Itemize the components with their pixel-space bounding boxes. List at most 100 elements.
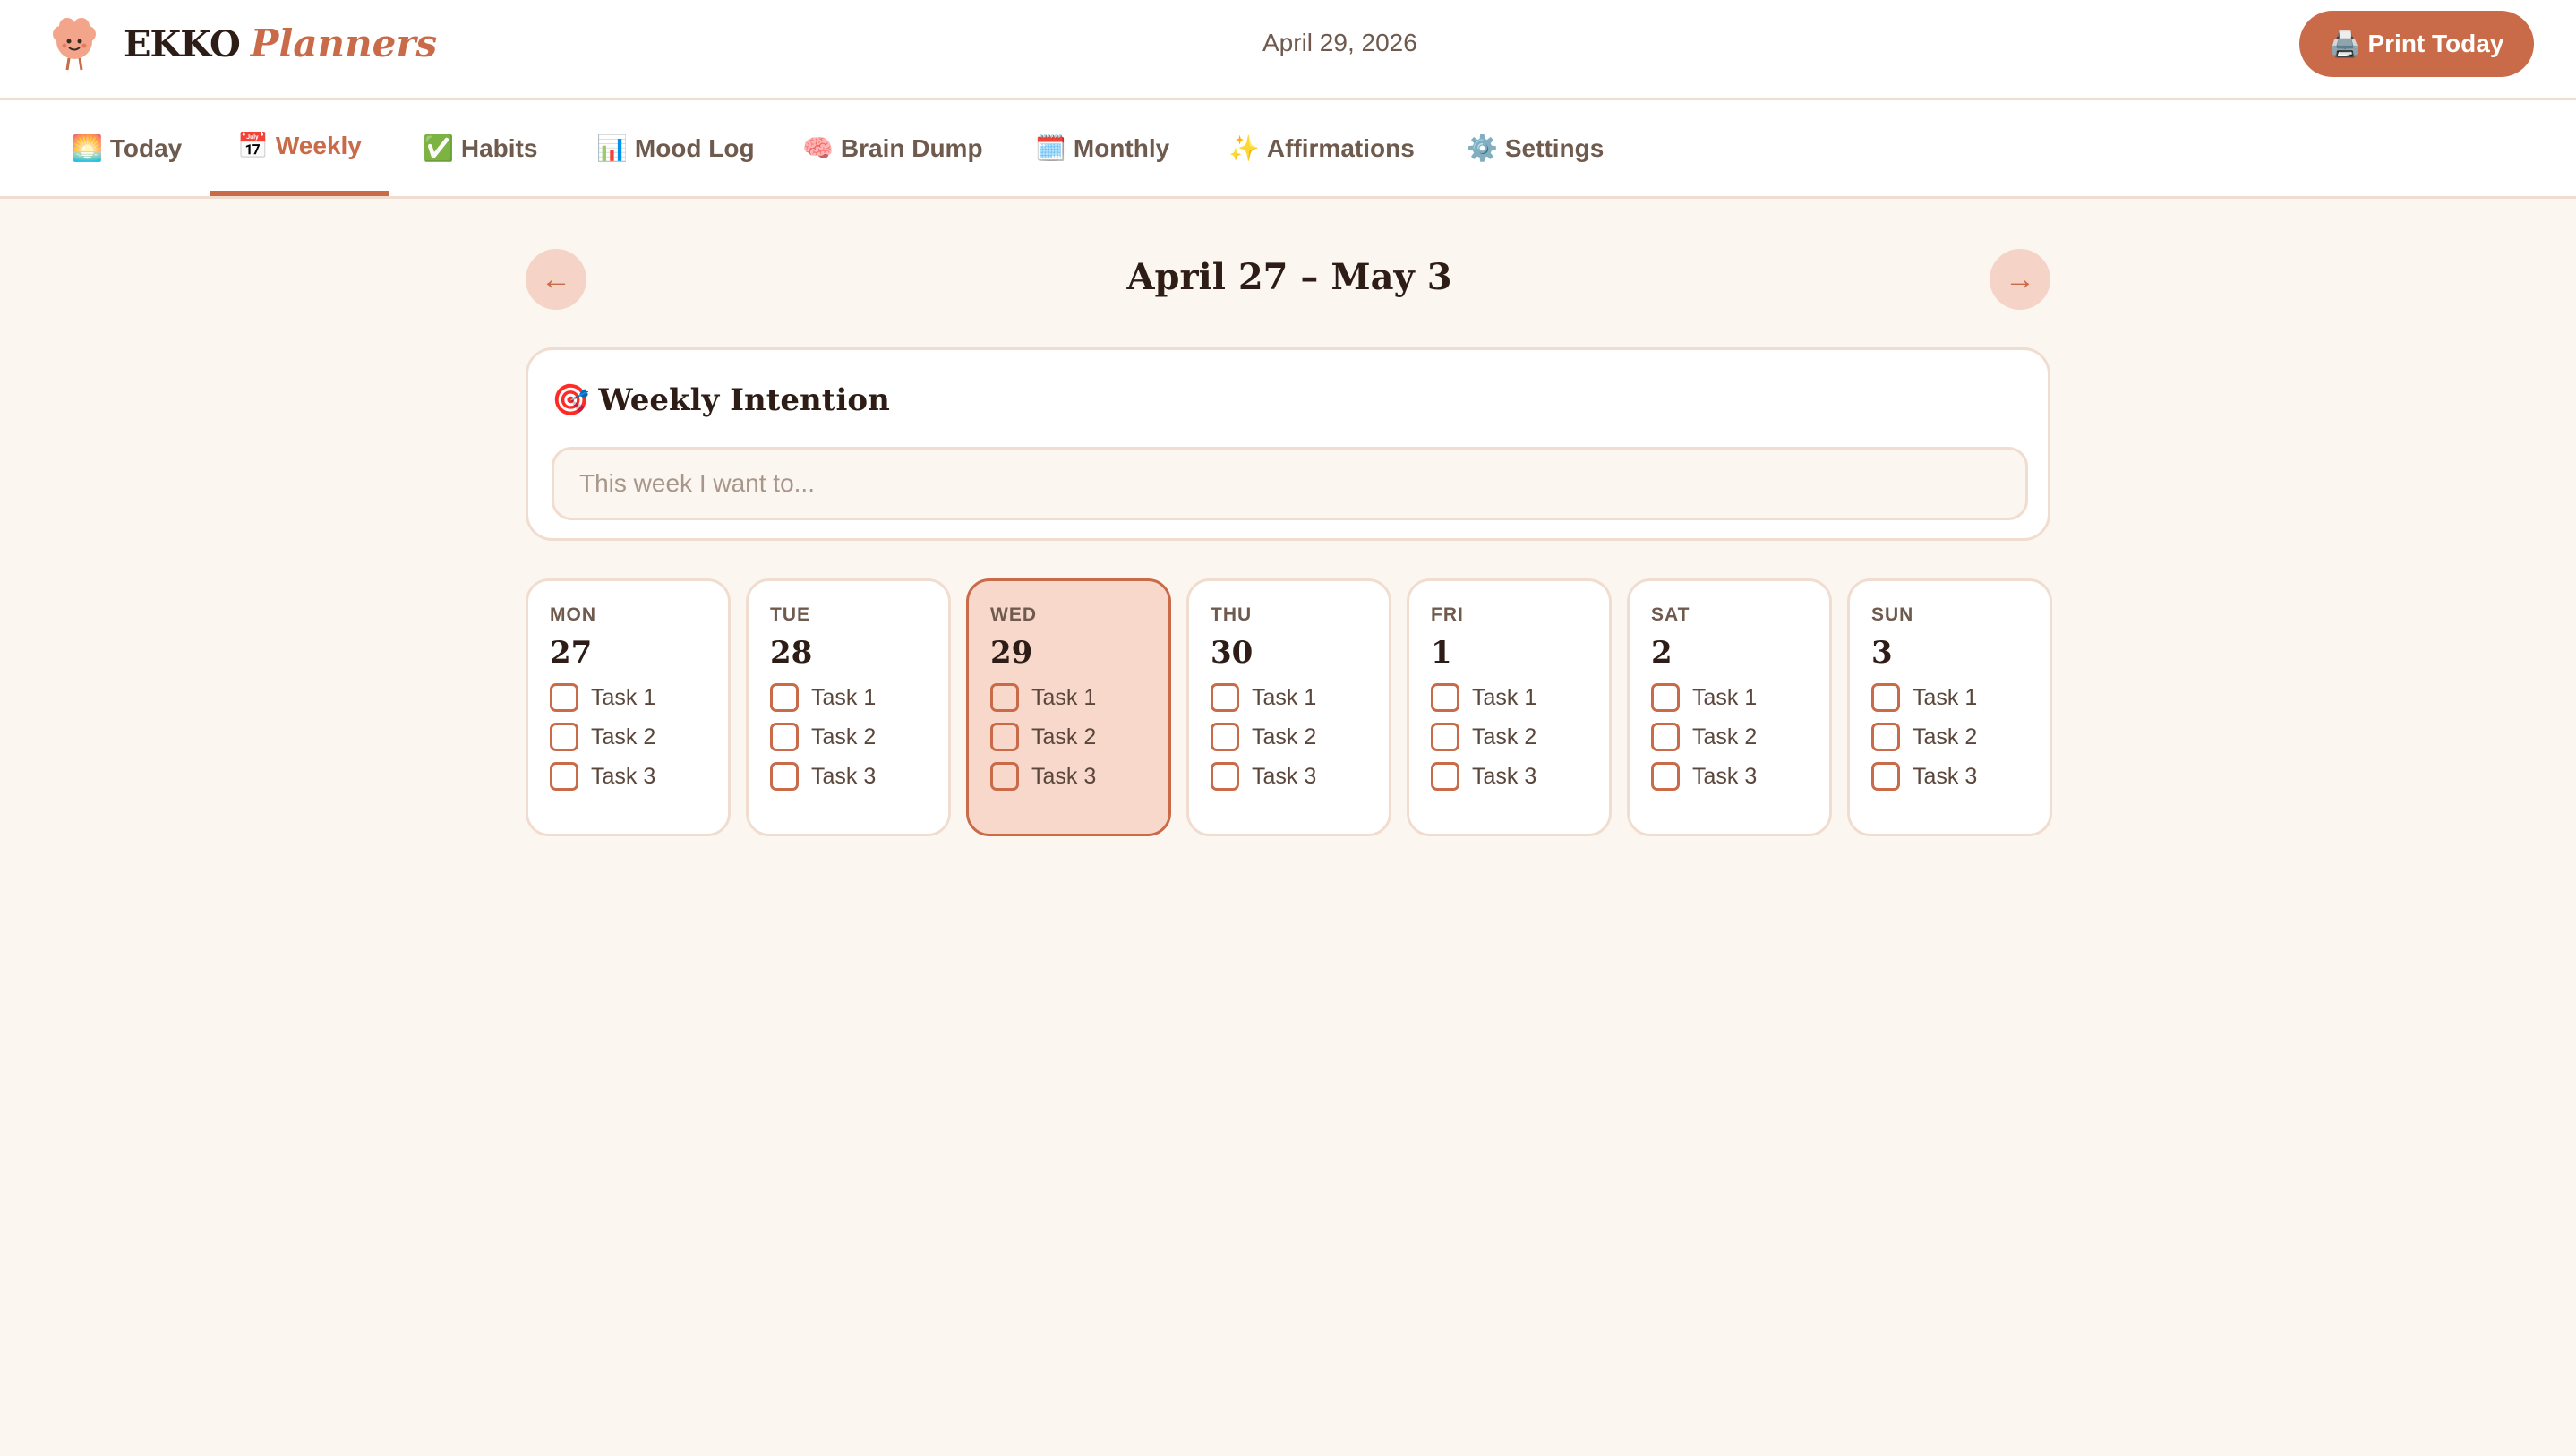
task-item: Task 3 <box>990 757 1168 796</box>
task-item: Task 1 <box>990 678 1168 717</box>
tab-label: Affirmations <box>1266 133 1415 162</box>
day-number: 2 <box>1651 635 1673 671</box>
task-item: Task 2 <box>550 717 728 757</box>
task-label: Task 3 <box>1692 763 1758 789</box>
prev-week-button[interactable]: ← <box>526 249 586 310</box>
task-item: Task 2 <box>990 717 1168 757</box>
task-checkbox[interactable] <box>1211 683 1239 712</box>
next-week-button[interactable]: → <box>1990 249 2050 310</box>
tab-label: Today <box>109 133 183 162</box>
tab-label: Brain Dump <box>840 133 983 162</box>
day-card-fri: FRI 1 Task 1 Task 2 Task 3 <box>1407 578 1612 836</box>
day-name: FRI <box>1431 604 1464 625</box>
tab-label: Mood Log <box>634 133 755 162</box>
brand-main: EKKO <box>124 23 241 65</box>
task-checkbox[interactable] <box>1211 762 1239 791</box>
task-item: Task 3 <box>550 757 728 796</box>
day-number: 29 <box>990 635 1033 671</box>
task-checkbox[interactable] <box>1431 683 1459 712</box>
tab-today[interactable]: 🌅 Today <box>45 100 209 196</box>
day-number: 1 <box>1431 635 1452 671</box>
task-label: Task 3 <box>811 763 877 789</box>
task-checkbox[interactable] <box>770 723 799 751</box>
task-item: Task 2 <box>1871 717 2050 757</box>
printer-icon: 🖨️ <box>2329 30 2361 58</box>
tab-monthly[interactable]: 🗓️ Monthly <box>1008 100 1196 196</box>
task-checkbox[interactable] <box>550 723 578 751</box>
task-item: Task 1 <box>1431 678 1609 717</box>
task-label: Task 1 <box>1252 684 1317 710</box>
task-checkbox[interactable] <box>1431 762 1459 791</box>
task-label: Task 3 <box>591 763 656 789</box>
tab-label: Habits <box>460 133 538 162</box>
tab-affirmations[interactable]: ✨ Affirmations <box>1202 100 1442 196</box>
task-label: Task 3 <box>1913 763 1978 789</box>
weekly-intention-title: Weekly Intention <box>598 382 890 418</box>
day-card-tue: TUE 28 Task 1 Task 2 Task 3 <box>746 578 951 836</box>
task-label: Task 2 <box>591 724 656 749</box>
task-label: Task 2 <box>811 724 877 749</box>
day-card-mon: MON 27 Task 1 Task 2 Task 3 <box>526 578 731 836</box>
task-item: Task 2 <box>1651 717 1829 757</box>
task-checkbox[interactable] <box>1651 762 1680 791</box>
task-item: Task 2 <box>1211 717 1389 757</box>
task-item: Task 1 <box>1211 678 1389 717</box>
task-checkbox[interactable] <box>1651 683 1680 712</box>
brain-mascot-logo <box>53 18 96 71</box>
tab-label: Settings <box>1504 133 1605 162</box>
task-checkbox[interactable] <box>990 762 1019 791</box>
task-label: Task 1 <box>1692 684 1758 710</box>
task-item: Task 1 <box>1871 678 2050 717</box>
tab-mood-log[interactable]: 📊 Mood Log <box>569 100 782 196</box>
tab-settings[interactable]: ⚙️ Settings <box>1440 100 1630 196</box>
day-number: 28 <box>770 635 813 671</box>
task-label: Task 1 <box>1472 684 1537 710</box>
task-checkbox[interactable] <box>990 683 1019 712</box>
tab-habits[interactable]: ✅ Habits <box>396 100 564 196</box>
task-label: Task 2 <box>1692 724 1758 749</box>
task-label: Task 2 <box>1031 724 1097 749</box>
day-name: SAT <box>1651 604 1690 625</box>
task-item: Task 1 <box>770 678 948 717</box>
gear-icon: ⚙️ <box>1467 134 1498 162</box>
task-label: Task 2 <box>1913 724 1978 749</box>
brand-sub: Planners <box>250 21 438 65</box>
tab-weekly[interactable]: 📅 Weekly <box>210 100 389 196</box>
task-item: Task 2 <box>770 717 948 757</box>
checkmark-icon: ✅ <box>423 134 454 162</box>
print-today-button[interactable]: 🖨️ Print Today <box>2299 11 2534 77</box>
task-checkbox[interactable] <box>550 683 578 712</box>
task-checkbox[interactable] <box>1211 723 1239 751</box>
target-icon: 🎯 <box>552 382 590 418</box>
task-label: Task 3 <box>1031 763 1097 789</box>
task-checkbox[interactable] <box>550 762 578 791</box>
bar-chart-icon: 📊 <box>596 134 628 162</box>
task-checkbox[interactable] <box>990 723 1019 751</box>
task-checkbox[interactable] <box>1871 762 1900 791</box>
weekly-intention-heading: 🎯 Weekly Intention <box>552 382 890 418</box>
sunrise-icon: 🌅 <box>72 134 103 162</box>
app-header: EKKO Planners April 29, 2026 🖨️ Print To… <box>0 0 2576 100</box>
tab-label: Weekly <box>275 131 362 159</box>
task-checkbox[interactable] <box>770 762 799 791</box>
print-today-label: Print Today <box>2367 30 2504 57</box>
task-checkbox[interactable] <box>1431 723 1459 751</box>
main-tabs: 🌅 Today 📅 Weekly ✅ Habits 📊 Mood Log 🧠 B… <box>0 100 2576 199</box>
weekly-intention-input[interactable] <box>552 447 2028 520</box>
day-card-wed-today: WED 29 Task 1 Task 2 Task 3 <box>966 578 1171 836</box>
day-number: 30 <box>1211 635 1254 671</box>
task-checkbox[interactable] <box>1871 683 1900 712</box>
weekly-intention-card: 🎯 Weekly Intention <box>526 347 2050 541</box>
task-label: Task 1 <box>591 684 656 710</box>
task-checkbox[interactable] <box>1871 723 1900 751</box>
sparkles-icon: ✨ <box>1228 134 1260 162</box>
task-item: Task 1 <box>1651 678 1829 717</box>
task-item: Task 2 <box>1431 717 1609 757</box>
task-item: Task 3 <box>770 757 948 796</box>
task-item: Task 3 <box>1651 757 1829 796</box>
spiral-calendar-icon: 🗓️ <box>1035 134 1066 162</box>
task-checkbox[interactable] <box>770 683 799 712</box>
task-checkbox[interactable] <box>1651 723 1680 751</box>
task-item: Task 1 <box>550 678 728 717</box>
tab-brain-dump[interactable]: 🧠 Brain Dump <box>775 100 1010 196</box>
